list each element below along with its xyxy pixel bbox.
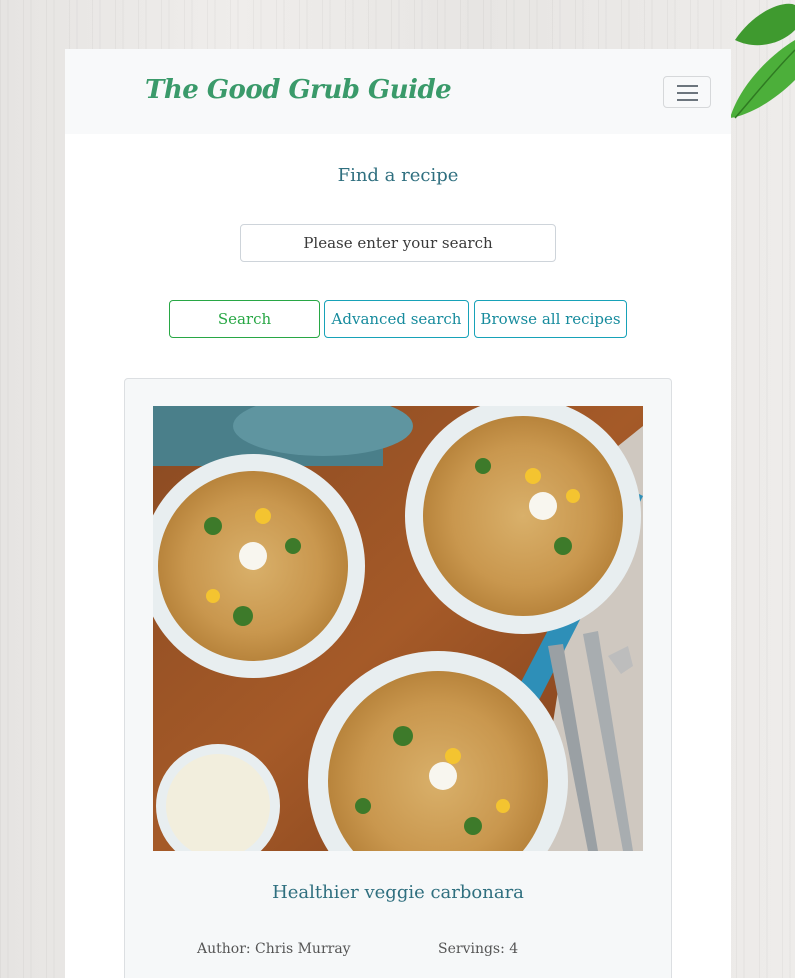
navbar: The Good Grub Guide (65, 49, 731, 134)
hamburger-menu-icon (677, 85, 698, 87)
brand-logo[interactable]: The Good Grub Guide (145, 75, 452, 105)
recipe-title[interactable]: Healthier veggie carbonara (125, 882, 671, 903)
recipe-photo (153, 406, 643, 851)
search-heading: Find a recipe (337, 165, 459, 186)
search-input[interactable] (240, 224, 556, 262)
menu-toggle-button[interactable] (663, 76, 711, 108)
recipe-image[interactable] (153, 406, 643, 851)
page-container: The Good Grub Guide Find a recipe Search… (65, 49, 731, 978)
recipe-servings: Servings: 4 (438, 941, 519, 957)
hamburger-menu-icon-bar (677, 92, 698, 94)
recipe-card[interactable]: Healthier veggie carbonara Author: Chris… (124, 378, 672, 978)
browse-all-recipes-button[interactable]: Browse all recipes (474, 300, 627, 338)
search-button[interactable]: Search (169, 300, 320, 338)
recipe-author: Author: Chris Murray (197, 941, 351, 957)
hamburger-menu-icon-bar (677, 99, 698, 101)
advanced-search-button[interactable]: Advanced search (324, 300, 469, 338)
